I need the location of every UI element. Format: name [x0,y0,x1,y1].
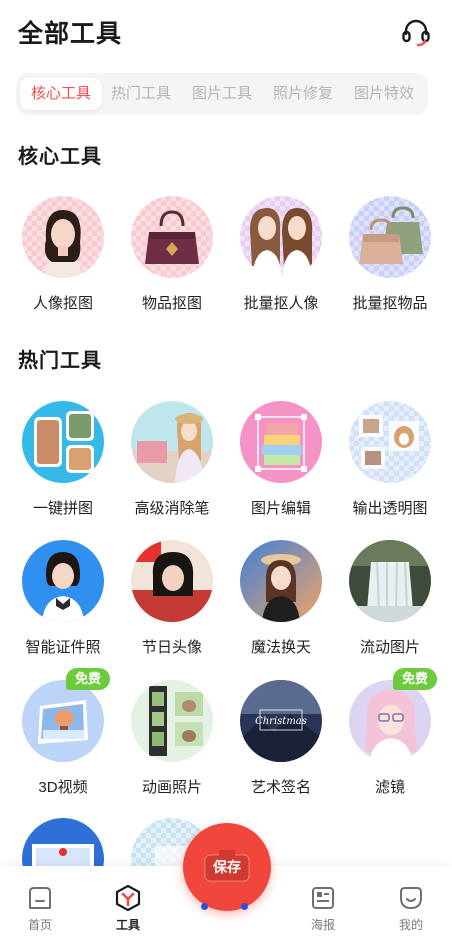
tool-label: 人像抠图 [32,295,93,312]
tool-label: 智能证件照 [25,639,101,656]
tool-portrait-cutout[interactable]: 人像抠图 [8,196,118,326]
art-signature-thumbnail: Christmas [240,680,322,762]
tool-label: 批量抠人像 [243,295,319,312]
filter-thumbnail [349,680,431,762]
tool-transparent-output[interactable]: 输出透明图 [335,401,445,531]
tool-holiday-avatar[interactable]: ★ 节日头像 [117,540,227,670]
headset-icon[interactable] [400,16,432,48]
page-dot [201,903,208,910]
category-tabs: 核心工具 热门工具 图片工具 照片修复 图片特效 [16,73,428,115]
nav-home[interactable]: 首页 [10,876,70,936]
tool-image-editor[interactable]: 图片编辑 [226,401,336,531]
signature-text: Christmas [255,716,307,727]
tool-label: 图片编辑 [250,500,311,517]
page-dot [241,903,248,910]
tool-advanced-eraser[interactable]: 高级消除笔 [117,401,227,531]
tool-label: 批量抠物品 [352,295,428,312]
tool-object-cutout[interactable]: 物品抠图 [117,196,227,326]
holiday-avatar-thumbnail: ★ [131,540,213,622]
nav-profile[interactable]: 我的 [381,876,441,936]
id-photo-thumbnail [22,540,104,622]
tool-label: 输出透明图 [352,500,428,517]
eraser-thumbnail [131,401,213,483]
tab-hot-tools[interactable]: 热门工具 [100,78,182,110]
tool-art-signature[interactable]: Christmas 艺术签名 [226,680,336,810]
tool-label: 魔法换天 [250,639,311,656]
svg-text:★: ★ [137,544,145,554]
tab-image-tools[interactable]: 图片工具 [181,78,263,110]
save-button[interactable]: 保存 [183,823,271,911]
camera-icon: 保存 [203,849,251,883]
tool-label: 3D视频 [38,779,88,796]
animated-photo-thumbnail [131,680,213,762]
flowing-image-thumbnail [349,540,431,622]
header: 全部工具 [0,0,452,64]
tool-label: 流动图片 [359,639,420,656]
free-badge: 免费 [66,668,110,690]
tool-label: 滤镜 [374,779,405,796]
tool-label: 节日头像 [141,639,202,656]
nav-label: 我的 [398,918,423,932]
tab-image-effects[interactable]: 图片特效 [343,78,425,110]
tool-filter[interactable]: 免费 滤镜 [335,668,445,810]
tool-label: 高级消除笔 [134,500,210,517]
3d-video-thumbnail [22,680,104,762]
tool-label: 动画照片 [141,779,202,796]
tool-sky-replace[interactable]: 魔法换天 [226,540,336,670]
nav-label: 海报 [310,918,335,932]
nav-label: 工具 [115,918,140,932]
tool-batch-object-cutout[interactable]: 批量抠物品 [335,196,445,326]
poster-icon [312,887,334,909]
profile-icon [400,887,422,910]
page-indicator [201,903,251,911]
tool-label: 物品抠图 [141,295,202,312]
tool-label: 一键拼图 [32,500,93,517]
tab-photo-repair[interactable]: 照片修复 [262,78,344,110]
tool-flowing-image[interactable]: 流动图片 [335,540,445,670]
tab-core-tools[interactable]: 核心工具 [20,78,102,110]
home-icon [29,887,51,909]
tool-label: 艺术签名 [250,779,311,796]
sky-replace-thumbnail [240,540,322,622]
batch-object-thumbnail [349,196,431,278]
tool-batch-portrait-cutout[interactable]: 批量抠人像 [226,196,336,326]
tool-3d-video[interactable]: 免费 3D视频 [8,668,118,810]
collage-thumbnail [22,401,104,483]
nav-label: 首页 [27,918,52,932]
section-title-hot: 热门工具 [18,350,102,372]
tool-id-photo[interactable]: 智能证件照 [8,540,118,670]
tool-one-click-collage[interactable]: 一键拼图 [8,401,118,531]
portrait-cutout-thumbnail [22,196,104,278]
tools-icon [115,884,141,912]
page-title: 全部工具 [18,20,123,48]
nav-poster[interactable]: 海报 [293,876,353,936]
object-cutout-thumbnail [131,196,213,278]
nav-tools[interactable]: 工具 [98,876,158,936]
tool-animated-photo[interactable]: 动画照片 [117,680,227,810]
free-badge: 免费 [393,668,437,690]
batch-portrait-thumbnail [240,196,322,278]
save-label: 保存 [213,859,241,875]
image-editor-thumbnail [240,401,322,483]
transparent-output-thumbnail [349,401,431,483]
section-title-core: 核心工具 [18,146,102,168]
